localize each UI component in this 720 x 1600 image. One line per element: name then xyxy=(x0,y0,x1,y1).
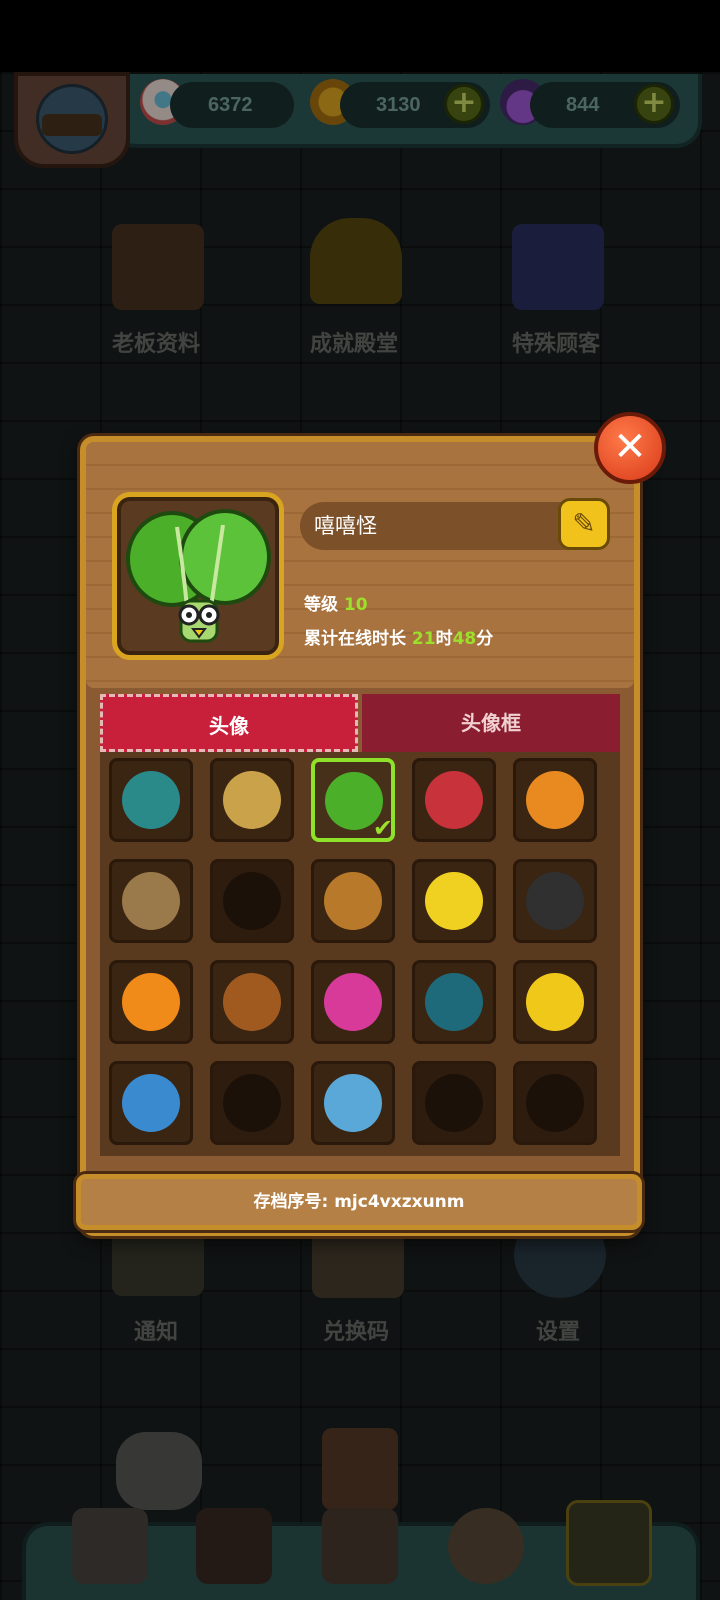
level-stat: 等级 10 xyxy=(304,590,368,615)
avatar-cell[interactable] xyxy=(109,960,193,1044)
current-avatar-portrait xyxy=(112,492,284,660)
online-minutes: 48 xyxy=(452,629,477,649)
avatar-cell[interactable] xyxy=(109,1061,193,1145)
avatar-cell[interactable] xyxy=(513,758,597,842)
locked-avatar-icon xyxy=(223,872,281,930)
avatar-cell-selected[interactable]: ✔ xyxy=(311,758,395,842)
avatar-cell[interactable] xyxy=(311,960,395,1044)
avatar-grid: ✔ xyxy=(100,752,620,1156)
locked-avatar-icon xyxy=(425,1074,483,1132)
avatar-cell[interactable] xyxy=(210,859,294,943)
locked-avatar-icon xyxy=(223,1074,281,1132)
pumpkin-avatar-icon xyxy=(122,973,180,1031)
wheat-bundle-avatar-icon xyxy=(223,771,281,829)
avatar-cell[interactable] xyxy=(513,1061,597,1145)
monkey-avatar-icon xyxy=(324,872,382,930)
hours-unit: 时 xyxy=(435,629,453,649)
avatar-cell[interactable] xyxy=(109,758,193,842)
sea-urchin-avatar-icon xyxy=(425,973,483,1031)
avatar-cell[interactable] xyxy=(412,1061,496,1145)
mushroom-creature-avatar-icon xyxy=(526,771,584,829)
avatar-cell[interactable] xyxy=(412,859,496,943)
avatar-cell[interactable] xyxy=(210,1061,294,1145)
close-button[interactable]: ✕ xyxy=(594,412,666,484)
avatar-cell[interactable] xyxy=(311,1061,395,1145)
online-hours: 21 xyxy=(411,629,436,649)
blue-beast-avatar-icon xyxy=(324,1074,382,1132)
sack-creature-avatar-icon xyxy=(122,872,180,930)
blue-slug-avatar-icon xyxy=(122,1074,180,1132)
checkmark-icon: ✔ xyxy=(372,814,393,842)
tab-avatar-frame[interactable]: 头像框 xyxy=(362,694,620,752)
chick-avatar-icon xyxy=(425,872,483,930)
online-time-label: 累计在线时长 xyxy=(304,629,406,649)
online-time-stat: 累计在线时长 21时48分 xyxy=(304,624,493,649)
pink-plant-monster-avatar-icon xyxy=(324,973,382,1031)
minutes-unit: 分 xyxy=(476,629,494,649)
save-id-text: 存档序号: mjc4vxzxunm xyxy=(253,1192,465,1212)
avatar-cell[interactable] xyxy=(109,859,193,943)
tab-avatar[interactable]: 头像 xyxy=(100,694,358,752)
cow-avatar-icon xyxy=(526,872,584,930)
avatar-cell[interactable] xyxy=(210,758,294,842)
avatar-cell[interactable] xyxy=(412,758,496,842)
avatar-cell[interactable] xyxy=(311,859,395,943)
banana-octopus-avatar-icon xyxy=(526,973,584,1031)
level-value: 10 xyxy=(343,595,368,615)
avatar-cell[interactable] xyxy=(412,960,496,1044)
status-bar-area xyxy=(0,0,720,72)
pencil-icon: ✎ xyxy=(572,507,596,540)
locked-avatar-icon xyxy=(526,1074,584,1132)
red-toad-avatar-icon xyxy=(425,771,483,829)
level-label: 等级 xyxy=(304,595,338,615)
save-id-bar: 存档序号: mjc4vxzxunm xyxy=(76,1174,642,1230)
bull-avatar-icon xyxy=(223,973,281,1031)
avatar-cell[interactable] xyxy=(210,960,294,1044)
close-icon: ✕ xyxy=(613,424,647,470)
avatar-cell[interactable] xyxy=(513,960,597,1044)
player-name-field[interactable]: 嘻嘻怪 xyxy=(300,502,600,550)
avatar-cell[interactable] xyxy=(513,859,597,943)
edit-name-button[interactable]: ✎ xyxy=(558,498,610,550)
teal-bird-avatar-icon xyxy=(122,771,180,829)
lettuce-monster-icon xyxy=(126,509,271,643)
